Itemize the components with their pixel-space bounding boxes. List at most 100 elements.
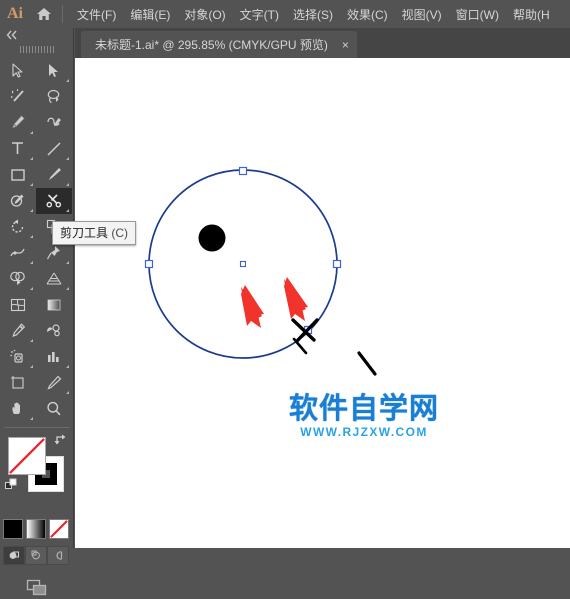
eyedropper-icon [12,323,26,338]
menu-help[interactable]: 帮助(H [506,3,557,26]
draw-inside-mode[interactable] [47,546,69,565]
width-tool[interactable] [0,240,36,266]
paintbrush-tool[interactable] [36,162,72,188]
anchor-point-right [332,259,342,269]
document-tab-bar: 未标题-1.ai* @ 295.85% (CMYK/GPU 预览) × [75,28,570,58]
tools-panel [0,28,74,596]
menu-effect[interactable]: 效果(C) [340,3,395,26]
tool-flyout-corner [66,391,69,394]
hand-tool[interactable] [0,396,36,422]
menu-object[interactable]: 对象(O) [177,3,232,26]
mesh-tool[interactable] [0,292,36,318]
tool-tooltip: 剪刀工具 (C) [52,221,137,245]
draw-normal-mode[interactable] [3,546,25,565]
anchor-point-left [144,259,154,269]
menu-divider [62,5,63,23]
grip-lines-icon [19,45,54,53]
panel-drag-handle[interactable] [0,42,73,56]
magnifier-icon [47,401,61,416]
hand-icon [12,402,20,414]
direct-selection-tool[interactable] [36,58,72,84]
close-icon[interactable]: × [342,39,349,51]
shape-builder-tool[interactable] [0,266,36,292]
document-tab-title: 未标题-1.ai* @ 295.85% (CMYK/GPU 预览) [95,38,328,52]
draw-inside-icon [56,551,62,560]
artboard-tool[interactable] [0,370,36,396]
default-fill-stroke-icon[interactable] [5,478,19,497]
gradient-tool[interactable] [36,292,72,318]
mesh-icon [10,298,26,312]
artboard-icon [11,376,24,389]
app-logo: Ai [7,5,23,22]
tool-flyout-corner [30,183,33,186]
tool-flyout-corner [30,261,33,264]
zoom-tool[interactable] [36,396,72,422]
tool-flyout-corner [66,79,69,82]
tool-flyout-corner [30,417,33,420]
gradient-swatch-button[interactable] [26,519,46,539]
pen-tool[interactable] [0,110,36,136]
menu-edit[interactable]: 编辑(E) [123,3,177,26]
tool-flyout-corner [66,365,69,368]
tool-flyout-corner [30,209,33,212]
rotate-icon [11,219,24,233]
slice-tool[interactable] [36,370,72,396]
width-icon [10,248,25,257]
shaper-pencil-icon [10,194,24,207]
rectangle-icon [11,169,25,181]
direct-selection-arrow-icon [49,64,58,77]
toolbar-divider [3,427,70,428]
tool-flyout-corner [30,365,33,368]
draw-behind-icon [31,550,40,560]
color-swatch-button[interactable] [3,519,23,539]
menu-select[interactable]: 选择(S) [286,3,340,26]
scissors-tool[interactable] [36,188,72,214]
menu-file[interactable]: 文件(F) [70,3,123,26]
symbol-sprayer-icon [10,349,23,363]
rectangle-tool[interactable] [0,162,36,188]
change-screen-mode-button[interactable] [0,577,72,599]
tool-flyout-corner [30,339,33,342]
illustrator-window: Ai 文件(F) 编辑(E) 对象(O) 文字(T) 选择(S) 效果(C) 视… [0,0,570,596]
curvature-tool[interactable] [36,110,72,136]
scissors-cursor-free [292,337,377,376]
tool-flyout-corner [66,183,69,186]
collapse-panel-button[interactable] [0,28,73,42]
home-icon[interactable] [30,0,58,28]
menu-view[interactable]: 视图(V) [395,3,449,26]
eyedropper-tool[interactable] [0,318,36,344]
rotate-tool[interactable] [0,214,36,240]
magic-wand-tool[interactable] [0,84,36,110]
lasso-tool[interactable] [36,84,72,110]
paintbrush-icon [49,168,61,180]
symbol-sprayer-tool[interactable] [0,344,36,370]
menu-window[interactable]: 窗口(W) [449,3,506,26]
tool-flyout-corner [30,157,33,160]
tool-flyout-corner [30,235,33,238]
line-segment-tool[interactable] [36,136,72,162]
document-tab[interactable]: 未标题-1.ai* @ 295.85% (CMYK/GPU 预览) × [81,31,357,58]
column-graph-tool[interactable] [36,344,72,370]
shaper-tool[interactable] [0,188,36,214]
blend-icon [47,324,60,337]
menu-type[interactable]: 文字(T) [233,3,286,26]
swap-fill-stroke-icon[interactable] [53,433,68,453]
selection-tool[interactable] [0,58,36,84]
double-chevron-left-icon [6,30,17,40]
canvas-area[interactable]: 软件自学网 WWW.RJZXW.COM [75,58,570,548]
menu-bar: Ai 文件(F) 编辑(E) 对象(O) 文字(T) 选择(S) 效果(C) 视… [0,0,570,28]
line-icon [47,142,61,156]
tool-flyout-corner [66,261,69,264]
blend-tool[interactable] [36,318,72,344]
tool-flyout-corner [66,157,69,160]
selection-arrow-icon [12,63,23,78]
bar-chart-icon [48,352,59,362]
menu-item-list: 文件(F) 编辑(E) 对象(O) 文字(T) 选择(S) 效果(C) 视图(V… [70,3,557,26]
perspective-grid-tool[interactable] [36,266,72,292]
draw-behind-mode[interactable] [25,546,47,565]
type-tool[interactable] [0,136,36,162]
curvature-pen-icon [47,117,61,126]
fill-swatch[interactable] [8,437,46,475]
tool-flyout-corner [30,131,33,134]
none-swatch-button[interactable] [49,519,69,539]
